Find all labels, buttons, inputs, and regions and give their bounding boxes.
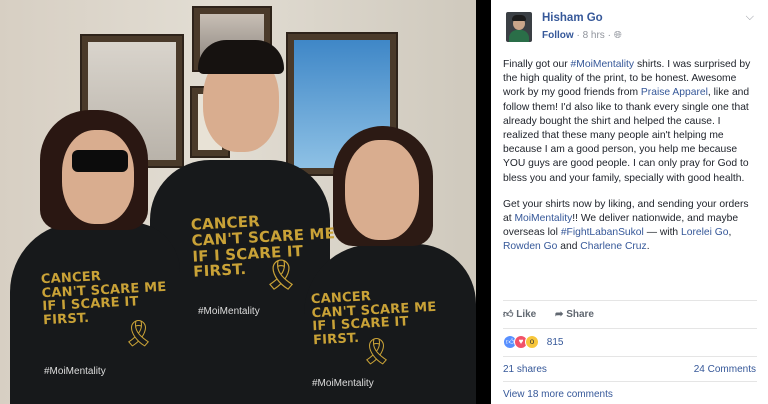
post-link[interactable]: Rowden Go	[503, 241, 557, 252]
action-bar: 👍︎ Like ➦ Share	[503, 308, 757, 322]
like-icon: 👍︎	[503, 309, 514, 320]
shirt-tag-right: #MoiMentality	[312, 378, 374, 389]
post-link[interactable]: #FightLabanSukol	[561, 227, 644, 238]
reactions-summary[interactable]: 👍︎ ♥ o 815	[503, 335, 563, 349]
globe-icon: 🌐︎	[613, 30, 622, 41]
reaction-count: 815	[546, 336, 564, 348]
post-viewer: CANCER CAN'T SCARE ME IF I SCARE IT FIRS…	[0, 0, 768, 404]
post-text-segment: ,	[728, 227, 732, 239]
comments-link[interactable]: 24 Comments	[694, 364, 756, 375]
post-link[interactable]: #MoiMentality	[571, 59, 635, 70]
like-button[interactable]: 👍︎ Like	[503, 308, 536, 320]
post-text-segment: and	[557, 241, 581, 253]
ribbon-icon: 🎗	[262, 259, 301, 292]
post-text-segment: Finally got our	[503, 59, 571, 70]
shirt-tag-center: #MoiMentality	[198, 306, 260, 317]
post-header: Hisham Go Follow · 8 hrs · 🌐︎ ⌵	[491, 0, 768, 52]
ribbon-icon: 🎗	[122, 318, 156, 348]
post-paragraph: Get your shirts now by liking, and sendi…	[503, 198, 759, 255]
shares-link[interactable]: 21 shares	[503, 364, 547, 375]
post-text-segment: .	[646, 241, 650, 253]
like-label: Like	[516, 309, 537, 320]
view-more-comments-link[interactable]: View 18 more comments	[503, 389, 613, 400]
avatar[interactable]	[506, 12, 532, 42]
post-photo[interactable]: CANCER CAN'T SCARE ME IF I SCARE IT FIRS…	[0, 0, 476, 404]
share-label: Share	[566, 309, 594, 320]
wow-reaction-icon: o	[525, 335, 539, 349]
post-link[interactable]: Praise Apparel	[641, 87, 708, 98]
post-link[interactable]: Charlene Cruz	[580, 241, 646, 252]
divider	[503, 328, 757, 329]
post-link[interactable]: Lorelei Go	[681, 227, 729, 238]
shirt-tag-left: #MoiMentality	[44, 366, 106, 377]
post-meta: Follow · 8 hrs · 🌐︎	[542, 30, 622, 41]
post-time[interactable]: 8 hrs	[583, 30, 605, 41]
divider	[503, 300, 757, 301]
author-name[interactable]: Hisham Go	[542, 12, 603, 24]
share-button[interactable]: ➦ Share	[555, 309, 594, 320]
post-panel: Hisham Go Follow · 8 hrs · 🌐︎ ⌵ Finally …	[491, 0, 768, 404]
post-paragraph: Finally got our #MoiMentality shirts. I …	[503, 58, 759, 186]
follow-link[interactable]: Follow	[542, 30, 574, 41]
ribbon-icon: 🎗	[360, 336, 394, 366]
post-text: Finally got our #MoiMentality shirts. I …	[503, 58, 759, 267]
divider	[503, 381, 757, 382]
post-link[interactable]: MoiMentality	[514, 213, 572, 224]
chevron-down-icon[interactable]: ⌵	[746, 11, 754, 24]
share-icon: ➦	[555, 309, 564, 320]
post-text-segment: — with	[643, 227, 682, 239]
divider	[503, 356, 757, 357]
post-text-segment: , like and follow them! I'd also like to…	[503, 87, 750, 184]
sunglasses	[72, 150, 128, 172]
